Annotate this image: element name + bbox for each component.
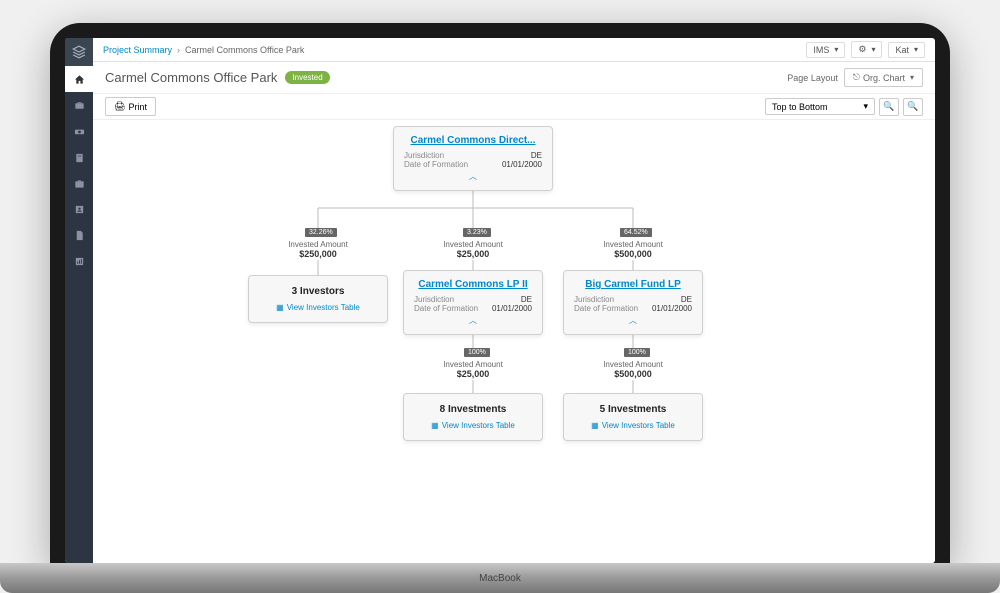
- amt-0: Invested Amount$250,000: [278, 240, 358, 259]
- gear-icon[interactable]: ⚙: [851, 41, 882, 58]
- card-title-0: 3 Investors: [259, 286, 377, 297]
- toolbar: 🖨Print Top to Bottom▾ 🔍 🔍: [93, 94, 935, 120]
- org-chart-button[interactable]: ⎋Org. Chart: [844, 68, 923, 87]
- user-menu[interactable]: Kat: [888, 42, 925, 58]
- card-2s: 5 Investments ▦View Investors Table: [563, 393, 703, 441]
- view-link-2s[interactable]: ▦View Investors Table: [574, 421, 692, 430]
- zoom-in-icon[interactable]: 🔍: [879, 98, 899, 116]
- nav-icon-2[interactable]: [65, 118, 93, 144]
- amt-2: Invested Amount$500,000: [593, 240, 673, 259]
- nav-icon-6[interactable]: [65, 222, 93, 248]
- laptop-base: MacBook: [0, 563, 1000, 593]
- node-2: Big Carmel Fund LP JurisdictionDE Date o…: [563, 270, 703, 335]
- pct-1: 3.23%: [463, 228, 491, 237]
- node-1: Carmel Commons LP II JurisdictionDE Date…: [403, 270, 543, 335]
- status-badge: Invested: [285, 71, 329, 84]
- pct-2s: 100%: [624, 348, 650, 357]
- main: Project Summary › Carmel Commons Office …: [93, 38, 935, 563]
- collapse-icon[interactable]: ︿: [404, 169, 542, 182]
- page-title: Carmel Commons Office Park: [105, 70, 277, 85]
- nav-icon-3[interactable]: [65, 144, 93, 170]
- ims-menu[interactable]: IMS: [806, 42, 845, 58]
- table-icon: ▦: [276, 303, 284, 312]
- pct-1s: 100%: [464, 348, 490, 357]
- nav-icon-1[interactable]: [65, 92, 93, 118]
- org-chart-canvas: Carmel Commons Direct... JurisdictionDE …: [93, 120, 935, 563]
- home-icon[interactable]: [65, 66, 93, 92]
- print-icon: 🖨: [114, 101, 125, 112]
- logo-icon: [65, 38, 93, 66]
- collapse-icon[interactable]: ︿: [574, 313, 692, 326]
- table-icon: ▦: [591, 421, 599, 430]
- node-root: Carmel Commons Direct... JurisdictionDE …: [393, 126, 553, 191]
- pct-2: 64.52%: [620, 228, 652, 237]
- amt-1s: Invested Amount$25,000: [433, 360, 513, 379]
- screen: Project Summary › Carmel Commons Office …: [65, 38, 935, 563]
- page-layout-link[interactable]: Page Layout: [787, 73, 838, 83]
- laptop-frame: Project Summary › Carmel Commons Office …: [50, 23, 950, 563]
- amt-1: Invested Amount$25,000: [433, 240, 513, 259]
- nav-icon-5[interactable]: [65, 196, 93, 222]
- direction-dropdown[interactable]: Top to Bottom▾: [765, 98, 875, 115]
- breadcrumb-link[interactable]: Project Summary: [103, 45, 172, 55]
- nav-icon-4[interactable]: [65, 170, 93, 196]
- breadcrumb-bar: Project Summary › Carmel Commons Office …: [93, 38, 935, 62]
- title-bar: Carmel Commons Office Park Invested Page…: [93, 62, 935, 94]
- zoom-out-icon[interactable]: 🔍: [903, 98, 923, 116]
- card-investors-0: 3 Investors ▦View Investors Table: [248, 275, 388, 323]
- nav-icon-7[interactable]: [65, 248, 93, 274]
- collapse-icon[interactable]: ︿: [414, 313, 532, 326]
- card-title-2s: 5 Investments: [574, 404, 692, 415]
- pct-0: 32.26%: [305, 228, 337, 237]
- node-title-1[interactable]: Carmel Commons LP II: [414, 279, 532, 290]
- node-title-2[interactable]: Big Carmel Fund LP: [574, 279, 692, 290]
- view-link-1s[interactable]: ▦View Investors Table: [414, 421, 532, 430]
- table-icon: ▦: [431, 421, 439, 430]
- print-button[interactable]: 🖨Print: [105, 97, 156, 116]
- sidebar: [65, 38, 93, 563]
- breadcrumb-current: Carmel Commons Office Park: [185, 45, 304, 55]
- root-title[interactable]: Carmel Commons Direct...: [404, 135, 542, 146]
- share-icon: ⎋: [853, 72, 860, 83]
- chevron-down-icon: ▾: [863, 101, 868, 112]
- card-1s: 8 Investments ▦View Investors Table: [403, 393, 543, 441]
- breadcrumb-sep: ›: [177, 45, 180, 55]
- card-title-1s: 8 Investments: [414, 404, 532, 415]
- view-link-0[interactable]: ▦View Investors Table: [259, 303, 377, 312]
- amt-2s: Invested Amount$500,000: [593, 360, 673, 379]
